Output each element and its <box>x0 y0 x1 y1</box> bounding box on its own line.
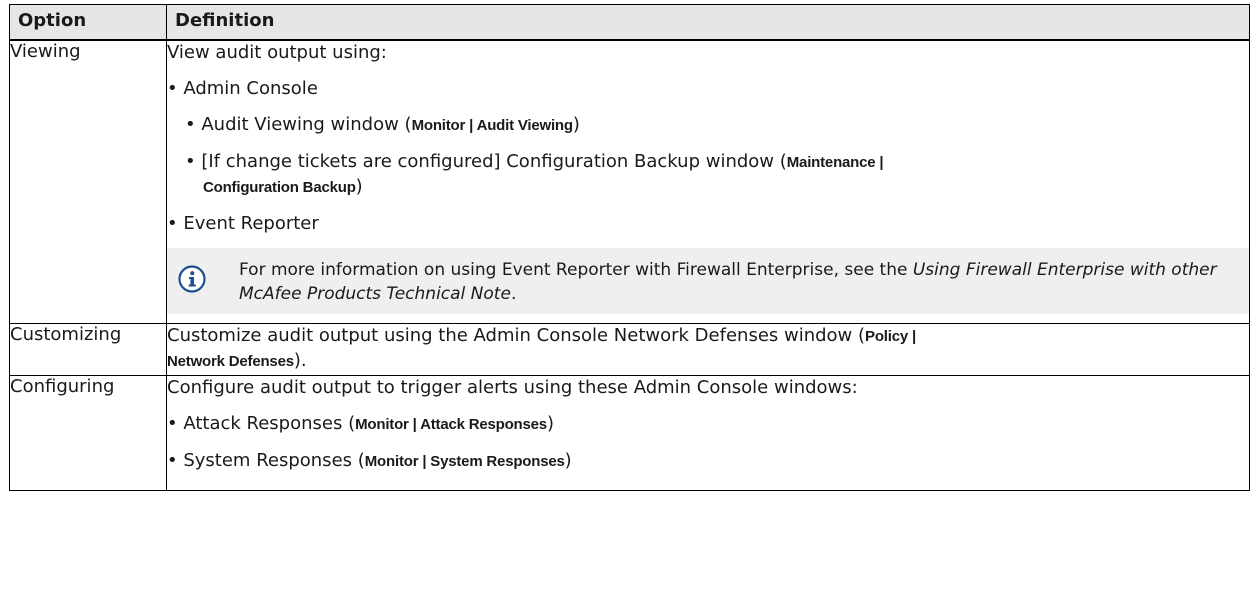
ui-path-network-defenses: Network Defenses <box>167 352 294 370</box>
ui-path-monitor: Monitor <box>355 415 409 433</box>
ui-path-audit-viewing: Audit Viewing <box>476 116 573 134</box>
configuring-intro: Configure audit output to trigger alerts… <box>167 376 858 398</box>
option-configuring: Configuring <box>9 374 167 491</box>
option-viewing: Viewing <box>9 39 167 324</box>
header-option: Option <box>9 4 167 41</box>
definition-configuring: Configure audit output to trigger alerts… <box>166 374 1250 491</box>
viewing-intro: View audit output using: <box>167 41 387 63</box>
note-box: For more information on using Event Repo… <box>167 247 1249 314</box>
table-row-customizing: Customizing Customize audit output using… <box>9 322 1250 376</box>
ui-path-monitor: Monitor <box>364 452 419 470</box>
list-item-audit-viewing: Audit Viewing window (Monitor | Audit Vi… <box>167 113 1249 138</box>
definition-viewing: View audit output using: Admin Console A… <box>166 39 1250 324</box>
table-header-row: Option Definition <box>9 4 1250 41</box>
info-icon <box>178 264 206 293</box>
ui-path-policy: Policy <box>865 327 909 345</box>
option-customizing: Customizing <box>9 322 167 376</box>
header-definition: Definition <box>166 4 1250 41</box>
table-row-configuring: Configuring Configure audit output to tr… <box>9 374 1250 491</box>
list-item-event-reporter: Event Reporter <box>167 212 1249 236</box>
table-row-viewing: Viewing View audit output using: Admin C… <box>9 39 1250 324</box>
list-item-attack-responses: Attack Responses (Monitor | Attack Respo… <box>167 412 1249 437</box>
options-table: Option Definition Viewing View audit out… <box>9 4 1250 491</box>
ui-path-configuration-backup: Configuration Backup <box>203 178 356 196</box>
list-item-system-responses: System Responses (Monitor | System Respo… <box>167 449 1249 474</box>
note-text: For more information on using Event Repo… <box>239 259 1217 304</box>
customizing-text: Customize audit output using the Admin C… <box>167 324 916 371</box>
ui-path-maintenance: Maintenance <box>786 153 876 171</box>
ui-path-monitor: Monitor <box>411 116 466 134</box>
list-item-admin-console: Admin Console <box>167 77 1249 101</box>
ui-path-attack-responses: Attack Responses <box>420 415 547 433</box>
definition-customizing: Customize audit output using the Admin C… <box>166 322 1250 376</box>
ui-path-system-responses: System Responses <box>430 452 565 470</box>
list-item-configuration-backup: [If change tickets are configured] Confi… <box>167 150 1249 200</box>
